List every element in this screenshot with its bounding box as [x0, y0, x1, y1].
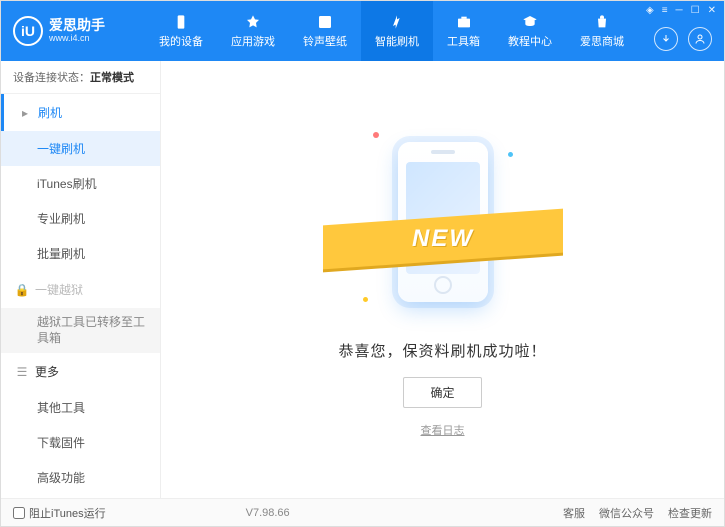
nav-ringtone-wallpaper[interactable]: 铃声壁纸	[289, 1, 361, 61]
store-icon	[592, 13, 612, 31]
success-illustration: NEW	[353, 122, 533, 322]
nav-label: 工具箱	[447, 33, 480, 49]
nav-label: 铃声壁纸	[303, 33, 347, 49]
footer-link-update[interactable]: 检查更新	[668, 505, 712, 521]
nav-tutorials[interactable]: 教程中心	[494, 1, 566, 61]
version-label: V7.98.66	[246, 507, 290, 519]
success-message: 恭喜您，保资料刷机成功啦！	[338, 340, 546, 361]
nav-label: 应用游戏	[231, 33, 275, 49]
jailbreak-moved-msg: 越狱工具已转移至工具箱	[1, 308, 160, 353]
nav-label: 教程中心	[508, 33, 552, 49]
block-itunes-checkbox[interactable]: 阻止iTunes运行	[13, 505, 106, 521]
lock-icon: 🔒	[15, 283, 29, 297]
user-button[interactable]	[688, 27, 712, 51]
sidebar-group-more[interactable]: ☰ 更多	[1, 353, 160, 390]
nav-toolbox[interactable]: 工具箱	[433, 1, 494, 61]
close-icon[interactable]: ✕	[708, 5, 716, 16]
nav-label: 智能刷机	[375, 33, 419, 49]
ok-button[interactable]: 确定	[403, 377, 481, 408]
menu-icon[interactable]: ≡	[662, 5, 668, 16]
theme-icon[interactable]: ◈	[646, 5, 654, 16]
sidebar-item-batch-flash[interactable]: 批量刷机	[1, 236, 160, 271]
nav-my-device[interactable]: 我的设备	[145, 1, 217, 61]
flash-icon	[387, 13, 407, 31]
more-icon: ☰	[15, 365, 29, 379]
nav-label: 我的设备	[159, 33, 203, 49]
app-title: 爱思助手	[49, 18, 105, 33]
wallpaper-icon	[315, 13, 335, 31]
logo-icon: iU	[13, 16, 43, 46]
sidebar-item-oneclick-flash[interactable]: 一键刷机	[1, 131, 160, 166]
app-logo: iU 爱思助手 www.i4.cn	[13, 16, 133, 46]
nav-label: 爱思商城	[580, 33, 624, 49]
footer-link-wechat[interactable]: 微信公众号	[599, 505, 654, 521]
nav-apps-games[interactable]: 应用游戏	[217, 1, 289, 61]
tutorial-icon	[520, 13, 540, 31]
group-label: 更多	[35, 363, 59, 380]
sidebar-item-other-tools[interactable]: 其他工具	[1, 390, 160, 425]
sidebar-item-download-firmware[interactable]: 下载固件	[1, 425, 160, 460]
footer-link-support[interactable]: 客服	[563, 505, 585, 521]
minimize-icon[interactable]: ─	[676, 5, 683, 16]
download-button[interactable]	[654, 27, 678, 51]
maximize-icon[interactable]: ☐	[691, 5, 700, 16]
nav-smart-flash[interactable]: 智能刷机	[361, 1, 433, 61]
connection-status: 设备连接状态：正常模式	[1, 61, 160, 94]
sidebar-item-pro-flash[interactable]: 专业刷机	[1, 201, 160, 236]
sidebar-item-itunes-flash[interactable]: iTunes刷机	[1, 166, 160, 201]
group-label: 刷机	[38, 104, 62, 121]
new-ribbon: NEW	[323, 208, 563, 269]
apps-icon	[243, 13, 263, 31]
flash-group-icon: ▸	[18, 106, 32, 120]
group-label: 一键越狱	[35, 281, 83, 298]
toolbox-icon	[454, 13, 474, 31]
sidebar-group-jailbreak[interactable]: 🔒 一键越狱	[1, 271, 160, 308]
sidebar-group-flash[interactable]: ▸ 刷机	[1, 94, 160, 131]
sidebar-item-advanced[interactable]: 高级功能	[1, 460, 160, 495]
nav-store[interactable]: 爱思商城	[566, 1, 638, 61]
view-log-link[interactable]: 查看日志	[421, 422, 465, 438]
app-url: www.i4.cn	[49, 34, 105, 44]
device-icon	[171, 13, 191, 31]
